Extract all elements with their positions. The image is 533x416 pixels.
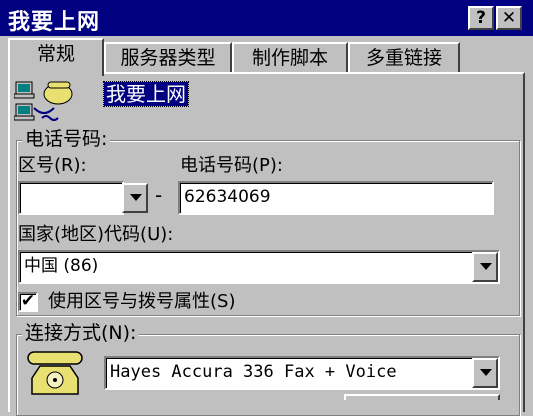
telephone-icon: [27, 351, 83, 395]
connect-using-legend: 连接方式(N):: [22, 322, 140, 344]
window-title: 我要上网: [8, 10, 101, 35]
modem-dropdown-button[interactable]: [472, 358, 498, 388]
title-bar: 我要上网 ? ✕: [0, 0, 533, 36]
use-area-code-checkbox[interactable]: ✔: [18, 292, 38, 312]
connection-name[interactable]: 我要上网: [103, 81, 189, 107]
modem-select[interactable]: Hayes Accura 336 Fax + Voice: [104, 356, 500, 390]
area-code-input[interactable]: [18, 181, 124, 215]
tab-multilink[interactable]: 多重链接: [348, 42, 460, 74]
dash-separator: -: [155, 183, 163, 207]
configure-button-partial[interactable]: [344, 394, 500, 400]
phone-number-label: 电话号码(P):: [180, 155, 283, 176]
area-code-dropdown-button[interactable]: [122, 183, 148, 213]
tab-strip: 常规 服务器类型 制作脚本 多重链接: [0, 38, 533, 76]
close-button[interactable]: ✕: [496, 6, 522, 30]
tab-server-type[interactable]: 服务器类型: [104, 42, 232, 74]
help-button[interactable]: ?: [468, 6, 494, 30]
country-code-label: 国家(地区)代码(U):: [18, 224, 174, 245]
tab-scripting[interactable]: 制作脚本: [232, 42, 348, 74]
tab-general[interactable]: 常规: [8, 38, 104, 76]
country-code-select[interactable]: 中国 (86): [18, 250, 500, 284]
country-code-dropdown-button[interactable]: [472, 252, 498, 282]
dial-up-network-icon: [14, 81, 73, 121]
phone-number-input[interactable]: 62634069: [178, 181, 494, 215]
area-code-label: 区号(R):: [18, 155, 87, 176]
phone-group-legend: 电话号码:: [22, 128, 111, 150]
use-area-code-label[interactable]: 使用区号与拨号属性(S): [48, 291, 235, 313]
